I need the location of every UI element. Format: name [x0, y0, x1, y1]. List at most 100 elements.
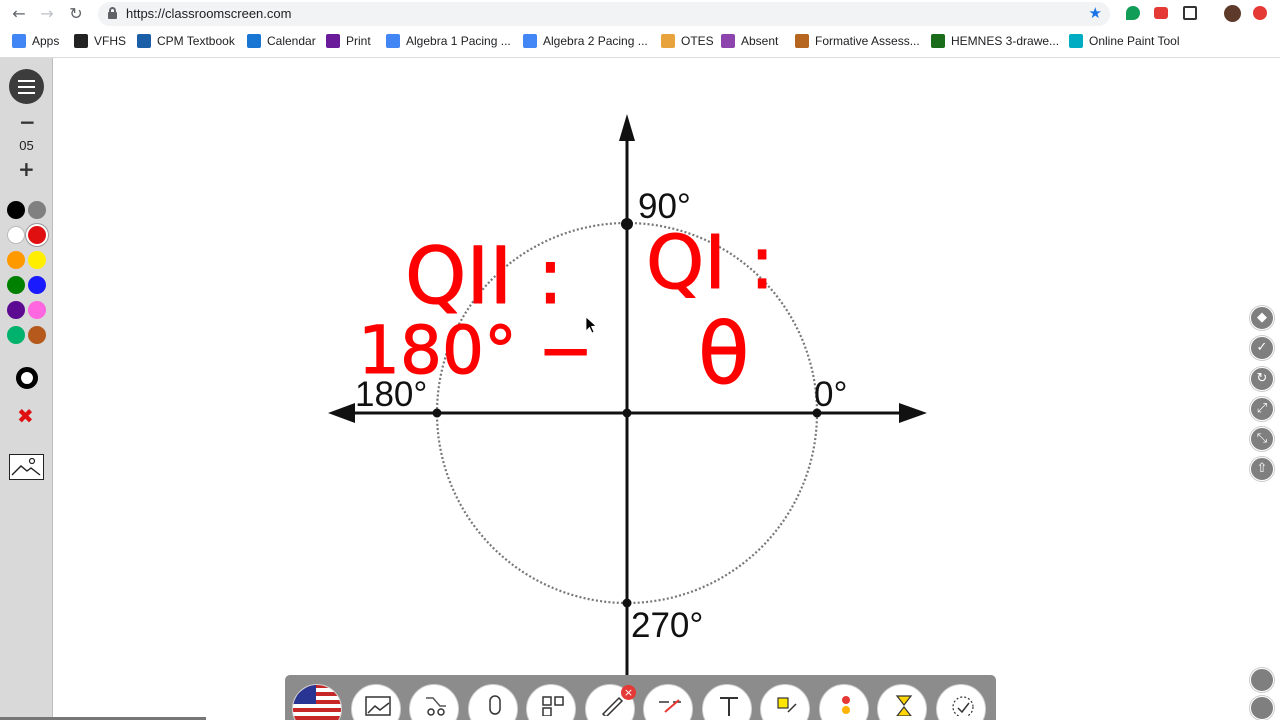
eraser-clear-icon[interactable]: ✓	[1250, 336, 1274, 360]
rsa-icon	[326, 34, 340, 48]
bookmark-item[interactable]: Print	[326, 34, 371, 48]
calendar-icon	[247, 34, 261, 48]
widget-toolbar	[285, 675, 996, 720]
color-swatch[interactable]	[7, 276, 25, 294]
download-icon[interactable]	[1250, 696, 1274, 720]
bookmark-item[interactable]: Absent	[721, 34, 778, 48]
handwriting-ink: QII : 180° − QI : θ	[358, 220, 776, 404]
docs-icon	[386, 34, 400, 48]
cpm-icon	[137, 34, 151, 48]
bookmark-label: OTES	[681, 34, 714, 48]
color-swatch[interactable]	[28, 201, 46, 219]
whiteboard-canvas[interactable]: 90° 180° 0° 270° QII : 180° − QI : θ	[53, 58, 1280, 720]
handwritten-q1-label: QI :	[646, 220, 775, 306]
bookmark-item[interactable]: Calendar	[247, 34, 316, 48]
navigation-row: ← → ↻ https://classroomscreen.com ★	[0, 0, 1280, 28]
paint-bucket-icon[interactable]: ◆	[1250, 306, 1274, 330]
origin-point	[622, 408, 632, 418]
shape-circle-tool[interactable]	[16, 367, 38, 389]
color-swatch[interactable]	[28, 226, 46, 244]
bookmark-label: Algebra 2 Pacing ...	[543, 34, 648, 48]
qr-code-button[interactable]	[526, 684, 576, 720]
extension-stop-icon[interactable]	[1253, 6, 1267, 20]
bookmarks-bar: Apps VFHS CPM Textbook Calendar Print Algebra…	[0, 30, 1280, 54]
bookmark-item[interactable]: CPM Textbook	[137, 34, 235, 48]
y-axis-top-arrow	[619, 114, 635, 141]
address-bar[interactable]: https://classroomscreen.com ★	[98, 2, 1110, 26]
menu-button[interactable]	[9, 69, 44, 104]
extension-green-icon[interactable]	[1126, 6, 1140, 20]
otes-icon	[661, 34, 675, 48]
random-name-button[interactable]	[409, 684, 459, 720]
x-axis-left-arrow	[328, 403, 355, 423]
back-icon[interactable]: ←	[9, 4, 29, 24]
bookmark-label: VFHS	[94, 34, 127, 48]
record-icon[interactable]	[1250, 668, 1274, 692]
extension-red-icon[interactable]	[1154, 7, 1168, 19]
bookmark-star-icon[interactable]: ★	[1089, 4, 1102, 22]
sound-level-button[interactable]	[467, 684, 518, 720]
url-text: https://classroomscreen.com	[126, 6, 292, 21]
bookmark-label: Algebra 1 Pacing ...	[406, 34, 511, 48]
paint-tool-icon	[1069, 34, 1083, 48]
text-button[interactable]	[701, 684, 752, 720]
bookmark-label: CPM Textbook	[157, 34, 235, 48]
expand-icon[interactable]: ⤢	[1250, 397, 1274, 421]
label-0: 0°	[814, 375, 847, 414]
forward-icon[interactable]: →	[37, 4, 57, 24]
point-90	[621, 218, 633, 230]
docs-icon	[523, 34, 537, 48]
bookmark-item[interactable]: VFHS	[74, 34, 126, 48]
bookmark-item[interactable]: Formative Assess...	[795, 34, 920, 48]
upload-icon[interactable]: ⇧	[1250, 457, 1274, 481]
profile-avatar[interactable]	[1224, 5, 1241, 22]
pen-size-decrease-button[interactable]: −	[19, 112, 36, 132]
color-swatch[interactable]	[28, 326, 46, 344]
color-swatch[interactable]	[28, 251, 46, 269]
clear-drawing-icon[interactable]: ✖	[17, 406, 34, 426]
pen-size-value: 05	[19, 138, 34, 153]
language-flag-button[interactable]	[292, 684, 342, 720]
bookmark-label: Formative Assess...	[815, 34, 920, 48]
screenshot-extension-icon[interactable]	[1183, 6, 1197, 20]
handwritten-q2-formula: 180° −	[358, 312, 593, 389]
bb-icon	[74, 34, 88, 48]
bookmark-item[interactable]: HEMNES 3-drawe...	[931, 34, 1059, 48]
x-axis-right-arrow	[899, 403, 927, 423]
bookmark-item[interactable]: OTES	[661, 34, 714, 48]
bookmark-item[interactable]: Apps	[12, 34, 59, 48]
color-swatch[interactable]	[28, 276, 46, 294]
browser-chrome: ← → ↻ https://classroomscreen.com ★ Apps…	[0, 0, 1280, 58]
label-270: 270°	[631, 606, 703, 645]
ikea-icon	[931, 34, 945, 48]
clock-button[interactable]	[935, 684, 986, 720]
traffic-light-button[interactable]	[818, 684, 869, 720]
compress-icon[interactable]: ⤡	[1250, 427, 1274, 451]
bookmark-label: Print	[346, 34, 371, 48]
color-swatch[interactable]	[7, 326, 25, 344]
pen-size-increase-button[interactable]: +	[18, 159, 35, 179]
background-image-tool[interactable]	[9, 454, 44, 480]
image-icon	[11, 457, 41, 476]
refresh-icon[interactable]: ↻	[1250, 367, 1274, 391]
bookmark-label: Online Paint Tool	[1089, 34, 1180, 48]
close-draw-badge-icon[interactable]: ×	[621, 685, 636, 700]
bookmark-item[interactable]: Online Paint Tool	[1069, 34, 1180, 48]
group-maker-button[interactable]	[760, 684, 810, 720]
color-swatch[interactable]	[7, 226, 25, 244]
apps-grid-icon	[12, 34, 26, 48]
bookmark-item[interactable]: Algebra 2 Pacing ...	[523, 34, 648, 48]
color-swatch[interactable]	[7, 251, 25, 269]
bookmark-label: Absent	[741, 34, 779, 48]
color-swatch[interactable]	[7, 201, 25, 219]
color-swatch[interactable]	[28, 301, 46, 319]
reload-icon[interactable]: ↻	[66, 4, 86, 24]
background-image-button[interactable]	[350, 684, 401, 720]
handwritten-q2-label: QII :	[405, 232, 563, 322]
draw-tools-panel: − 05 + ✖	[0, 58, 53, 720]
color-swatch[interactable]	[7, 301, 25, 319]
bookmark-item[interactable]: Algebra 1 Pacing ...	[386, 34, 511, 48]
timer-button[interactable]	[877, 684, 927, 720]
work-symbols-button[interactable]	[643, 684, 693, 720]
formative-icon	[795, 34, 809, 48]
